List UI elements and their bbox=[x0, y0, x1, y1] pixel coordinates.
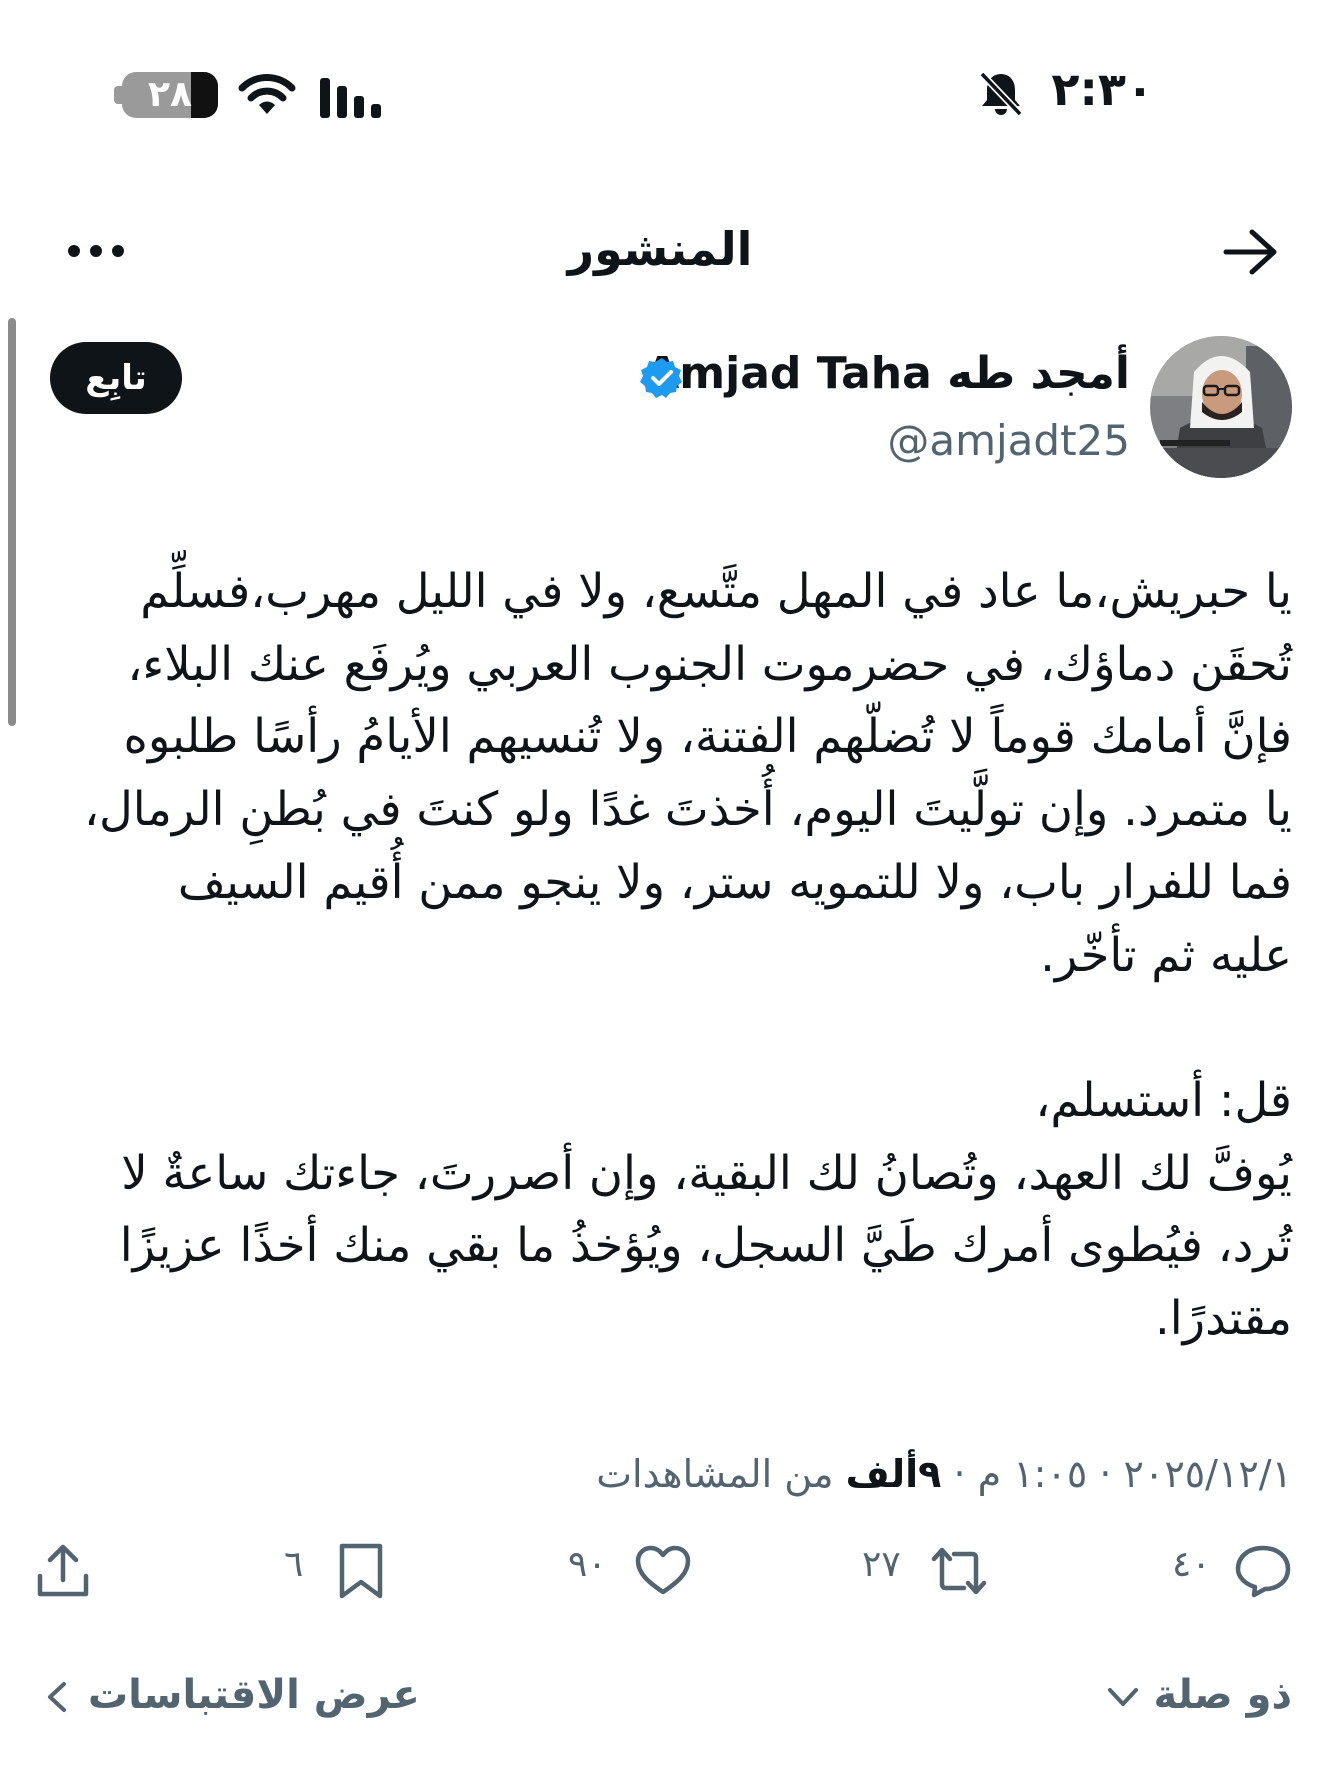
view-quotes-label: عرض الاقتباسات bbox=[87, 1672, 420, 1718]
follow-button[interactable]: تابِع bbox=[50, 342, 182, 414]
page-title: المنشور bbox=[567, 222, 753, 276]
relevance-label: ذو صلة bbox=[1153, 1672, 1292, 1718]
repost-icon[interactable] bbox=[930, 1542, 988, 1600]
post-text-line: مقتدرًا. bbox=[1154, 1291, 1292, 1346]
post-text-line: تُرد، فيُطوى أمرك طَيَّ السجل، ويُؤخذُ م… bbox=[119, 1218, 1292, 1273]
scrollbar[interactable] bbox=[8, 318, 16, 726]
author-name[interactable]: أمجد طه Amjad Taha bbox=[645, 348, 1130, 399]
post-text-line: فما للفرار باب، ولا للتمويه ستر، ولا ينج… bbox=[177, 854, 1292, 909]
view-quotes-button[interactable]: عرض الاقتباسات bbox=[40, 1672, 420, 1718]
battery-icon: ٢٨ bbox=[122, 72, 218, 118]
views-label: من المشاهدات bbox=[596, 1452, 846, 1496]
share-icon[interactable] bbox=[34, 1542, 92, 1600]
repost-count: ٢٧ bbox=[862, 1544, 901, 1585]
post-text-line: عليه ثم تأخّر. bbox=[1040, 927, 1292, 982]
post-text-line: يا متمرد. وإن تولَّيتَ اليوم، أُخذتَ غدً… bbox=[83, 782, 1292, 837]
bookmark-icon[interactable] bbox=[336, 1542, 386, 1600]
views-count[interactable]: ٩ألف bbox=[846, 1452, 942, 1496]
battery-nub bbox=[114, 86, 122, 104]
chevron-left-icon bbox=[48, 1682, 66, 1712]
chevron-down-icon bbox=[1107, 1688, 1138, 1706]
cellular-signal-icon bbox=[320, 78, 381, 118]
bell-off-icon bbox=[979, 71, 1023, 117]
wifi-icon bbox=[238, 74, 296, 114]
battery-level: ٢٨ bbox=[148, 74, 192, 115]
status-time: ٢:٣٠ bbox=[1051, 62, 1154, 116]
reply-count: ٤٠ bbox=[1172, 1544, 1211, 1585]
post-date-time[interactable]: ٢٠٢٥/١٢/١ · ١:٠٥ م · bbox=[941, 1452, 1292, 1496]
post-text-line: يا حبريش،ما عاد في المهل متَّسع، ولا في … bbox=[140, 564, 1292, 618]
post-screen: ٢:٣٠ ٢٨ المنشور أمجد طه Amjad Taha @amja… bbox=[0, 0, 1320, 1781]
more-options-icon[interactable] bbox=[66, 240, 126, 262]
post-text-line: يُوفَّ لك العهد، وتُصانُ لك البقية، وإن … bbox=[121, 1145, 1292, 1200]
post-text-line: قل: أستسلم، bbox=[1035, 1072, 1292, 1127]
author-handle[interactable]: @amjadt25 bbox=[887, 416, 1130, 465]
bookmark-count: ٦ bbox=[284, 1544, 304, 1585]
relevance-sort-button[interactable]: ذو صلة bbox=[1106, 1672, 1292, 1718]
author-avatar[interactable] bbox=[1150, 336, 1292, 478]
like-heart-icon[interactable] bbox=[634, 1542, 692, 1600]
post-text-line: تُحقَن دماؤك، في حضرموت الجنوب العربي وي… bbox=[127, 636, 1292, 691]
reply-icon[interactable] bbox=[1234, 1542, 1292, 1600]
like-count: ٩٠ bbox=[568, 1544, 607, 1585]
post-meta: ٢٠٢٥/١٢/١ · ١:٠٥ م · ٩ألف من المشاهدات bbox=[596, 1452, 1292, 1496]
verified-badge-icon bbox=[640, 358, 682, 398]
post-text: يا حبريش،ما عاد في المهل متَّسع، ولا في … bbox=[40, 555, 1292, 1355]
post-text-line: فإنَّ أمامك قوماً لا تُضلّهم الفتنة، ولا… bbox=[123, 709, 1292, 764]
